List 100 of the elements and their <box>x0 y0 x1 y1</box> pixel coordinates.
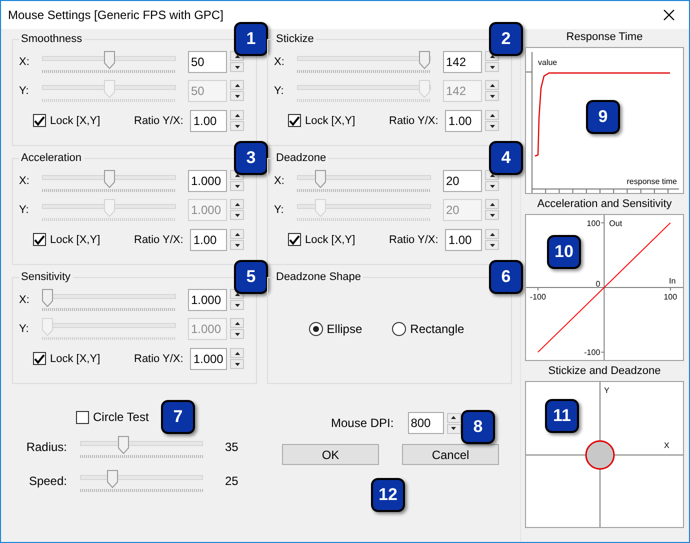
dialog-button[interactable]: Cancel <box>402 444 499 465</box>
slider-thumb[interactable] <box>418 50 430 68</box>
group-title: Deadzone <box>275 152 328 164</box>
callout-badge: 5 <box>234 260 268 294</box>
spin-up-button[interactable] <box>485 199 499 209</box>
number-field[interactable]: 1.00 <box>190 228 227 250</box>
slider-thumb[interactable] <box>315 170 326 188</box>
radio-label: Rectangle <box>410 322 464 336</box>
checkbox[interactable] <box>288 114 301 127</box>
spin-up-button[interactable] <box>446 412 461 422</box>
slider-thumb[interactable] <box>42 288 53 306</box>
ratio-label: Ratio Y/X: <box>133 352 184 364</box>
up-arrow-icon <box>234 114 240 116</box>
slider-thumb[interactable] <box>106 470 118 488</box>
spin-down-button[interactable] <box>230 91 244 101</box>
checkbox[interactable] <box>33 352 46 365</box>
checkbox-label: Lock [X,Y] <box>50 114 100 126</box>
ratio-label: Ratio Y/X: <box>388 114 438 126</box>
up-arrow-icon <box>490 202 494 206</box>
down-arrow-icon <box>234 94 240 98</box>
checkmark-icon <box>34 116 45 126</box>
down-arrow-icon <box>234 332 240 336</box>
spin-up-button[interactable] <box>230 199 244 209</box>
number-field[interactable]: 1.000 <box>188 170 227 192</box>
down-arrow-icon <box>234 304 240 306</box>
spin-down-button[interactable] <box>485 62 499 72</box>
axis-label: X: <box>19 56 30 68</box>
slider-thumb[interactable] <box>104 170 114 188</box>
spin-down-button[interactable] <box>230 62 244 72</box>
spin-up-button[interactable] <box>485 80 499 90</box>
number-field[interactable]: 20 <box>443 170 482 192</box>
spin-down-button[interactable] <box>485 181 499 191</box>
ratio-label: Ratio Y/X: <box>133 114 184 126</box>
axis-label: X: <box>274 56 286 68</box>
spin-up-button[interactable] <box>230 348 244 358</box>
spin-up-button[interactable] <box>230 318 244 328</box>
spin-down-button[interactable] <box>485 121 499 131</box>
down-arrow-icon <box>490 214 494 216</box>
number-field[interactable]: 1.00 <box>190 110 227 132</box>
number-field[interactable]: 1.00 <box>445 110 482 132</box>
spin-down-button[interactable] <box>485 91 499 101</box>
checkbox[interactable] <box>76 410 89 424</box>
number-field[interactable]: 1.000 <box>190 348 227 370</box>
spin-down-button[interactable] <box>230 300 244 310</box>
number-field[interactable]: 50 <box>188 50 227 72</box>
checkbox[interactable] <box>33 114 46 127</box>
ratio-label: Ratio Y/X: <box>388 234 438 246</box>
checkmark-icon <box>289 234 300 244</box>
up-arrow-icon <box>490 174 494 176</box>
spin-down-button[interactable] <box>230 210 244 220</box>
group-title: Deadzone Shape <box>275 271 362 283</box>
spin-up-button[interactable] <box>230 110 244 120</box>
radio-button[interactable] <box>392 322 406 336</box>
axis-label: X: <box>19 294 30 306</box>
checkbox[interactable] <box>288 233 301 246</box>
tick-label: 100 <box>586 218 600 228</box>
checkbox-label: Circle Test <box>93 410 149 424</box>
callout-badge: 6 <box>489 260 523 294</box>
checkbox-label: Lock [X,Y] <box>305 234 356 246</box>
slider-thumb[interactable] <box>118 436 130 454</box>
spin-down-button[interactable] <box>230 359 244 369</box>
spin-down-button[interactable] <box>230 121 244 131</box>
spin-down-button[interactable] <box>230 181 244 191</box>
down-arrow-icon <box>234 214 240 216</box>
spin-down-button[interactable] <box>485 240 499 250</box>
slider-thumb[interactable] <box>104 50 114 68</box>
down-arrow-icon <box>490 124 494 128</box>
spin-up-button[interactable] <box>485 229 499 239</box>
spin-down-button[interactable] <box>485 210 499 220</box>
down-arrow-icon <box>490 94 494 98</box>
up-arrow-icon <box>234 232 240 236</box>
number-field[interactable]: 1.000 <box>188 288 227 310</box>
callout-badge: 11 <box>545 399 579 433</box>
spin-down-button[interactable] <box>230 240 244 250</box>
tick-label: -100 <box>530 292 546 302</box>
radio-label: Ellipse <box>326 322 362 336</box>
up-arrow-icon <box>234 352 240 354</box>
close-icon[interactable] <box>663 9 675 21</box>
spin-up-button[interactable] <box>230 80 244 90</box>
spin-up-button[interactable] <box>230 229 244 239</box>
axis-label: Y: <box>274 204 285 216</box>
dialog-button[interactable]: OK <box>282 444 379 465</box>
up-arrow-icon <box>234 292 240 296</box>
spin-down-button[interactable] <box>230 329 244 339</box>
radio-button[interactable] <box>308 322 323 336</box>
callout-badge: 12 <box>371 478 405 512</box>
up-arrow-icon <box>490 84 494 86</box>
callout-badge: 7 <box>161 400 195 434</box>
checkbox-label: Lock [X,Y] <box>305 114 356 126</box>
number-field[interactable]: 142 <box>443 50 482 72</box>
number-field[interactable]: 800 <box>408 412 444 434</box>
spin-up-button[interactable] <box>485 110 499 120</box>
checkbox[interactable] <box>33 233 46 246</box>
down-arrow-icon <box>234 66 240 68</box>
number-field[interactable]: 1.00 <box>445 228 482 250</box>
down-arrow-icon <box>490 66 494 68</box>
spin-down-button[interactable] <box>446 424 461 434</box>
checkmark-icon <box>34 354 45 364</box>
chart-title: Acceleration and Sensitivity <box>537 197 672 212</box>
slider-label: Speed: <box>28 474 67 488</box>
